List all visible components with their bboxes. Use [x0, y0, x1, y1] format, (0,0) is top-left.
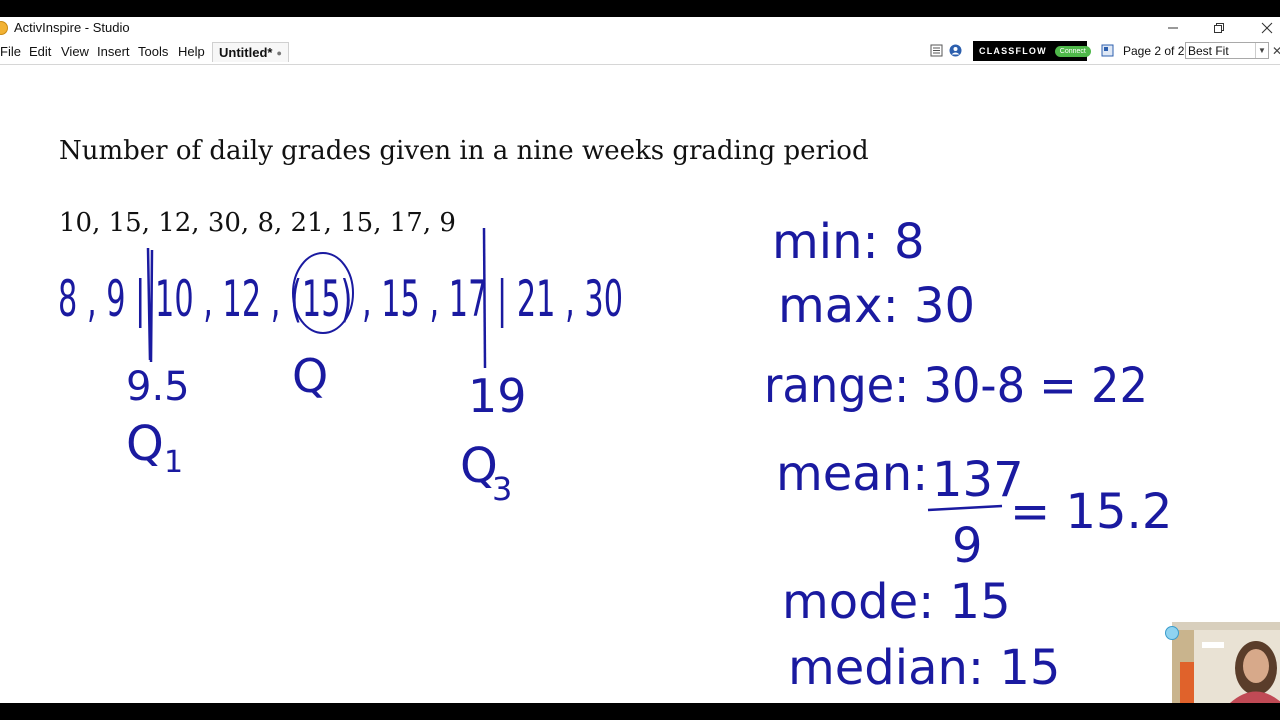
max-handwriting: max: 30 [778, 278, 975, 334]
webcam-overlay [1172, 622, 1280, 703]
q1-value: 9.5 [126, 364, 190, 410]
mode-handwriting: mode: 15 [782, 574, 1011, 630]
cursor-indicator-icon [1165, 626, 1179, 640]
median-handwriting: median: 15 [788, 640, 1060, 696]
handwriting-layer: 8 , 9 | 10 , 12 , (15) , 15 , 17 | 21 , … [58, 214, 1172, 696]
sorted-data-handwriting: 8 , 9 | 10 , 12 , (15) , 15 , 17 | 21 , … [58, 270, 623, 328]
range-handwriting: range: 30-8 = 22 [764, 358, 1148, 414]
median-q-label: Q [292, 349, 328, 403]
q3-divider-line [482, 227, 487, 369]
mean-label: mean: [776, 446, 928, 502]
min-handwriting: min: 8 [772, 214, 924, 270]
presenter-video [1172, 622, 1280, 703]
mean-result: = 15.2 [1010, 484, 1172, 540]
q1-label: Q [126, 416, 164, 472]
q1-subscript: 1 [164, 445, 183, 480]
q3-value: 19 [468, 369, 527, 423]
bottom-letterbox [0, 703, 1280, 720]
q1-divider-line [146, 247, 154, 363]
mean-denominator: 9 [952, 518, 983, 574]
q3-subscript: 3 [492, 470, 512, 508]
